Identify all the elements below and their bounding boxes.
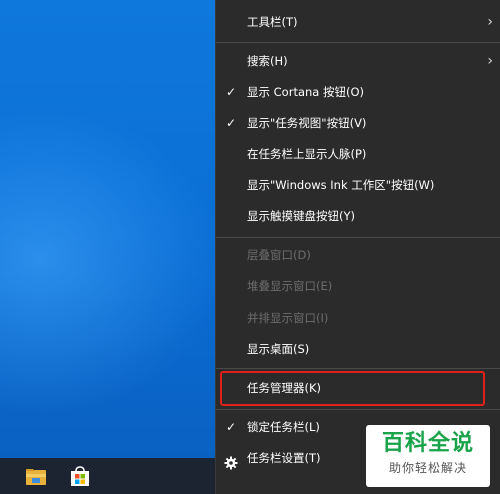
menu-item-label: 搜索(H)	[247, 54, 288, 68]
menu-item-label: 层叠窗口(D)	[247, 248, 311, 262]
checkmark-icon: ✓	[225, 420, 237, 434]
menu-item-search[interactable]: 搜索(H) ›	[216, 46, 500, 77]
menu-separator	[216, 237, 500, 238]
menu-separator	[216, 368, 500, 369]
taskbar-context-menu: 工具栏(T) › 搜索(H) › ✓ 显示 Cortana 按钮(O) ✓ 显示…	[215, 0, 500, 494]
menu-item-label: 显示触摸键盘按钮(Y)	[247, 209, 355, 223]
menu-item-label: 并排显示窗口(I)	[247, 311, 329, 325]
menu-item-label: 锁定任务栏(L)	[247, 420, 320, 434]
menu-item-label: 显示 Cortana 按钮(O)	[247, 85, 365, 99]
menu-item-label: 显示"任务视图"按钮(V)	[247, 116, 367, 130]
menu-item-cascade-windows: 层叠窗口(D)	[216, 240, 500, 271]
checkmark-icon: ✓	[225, 85, 237, 99]
menu-item-show-desktop[interactable]: 显示桌面(S)	[216, 334, 500, 365]
menu-item-show-people[interactable]: 在任务栏上显示人脉(P)	[216, 139, 500, 170]
menu-item-label: 显示桌面(S)	[247, 342, 310, 356]
watermark-title: 百科全说	[381, 431, 474, 456]
task-manager-highlight-box	[220, 371, 485, 406]
chevron-right-icon: ›	[487, 14, 493, 30]
menu-item-label: 工具栏(T)	[247, 15, 298, 29]
microsoft-store-icon[interactable]	[68, 464, 92, 488]
menu-item-show-task-view[interactable]: ✓ 显示"任务视图"按钮(V)	[216, 108, 500, 139]
menu-item-toolbars[interactable]: 工具栏(T) ›	[216, 7, 500, 38]
menu-item-label: 显示"Windows Ink 工作区"按钮(W)	[247, 178, 435, 192]
watermark-subtitle: 助你轻松解决	[388, 461, 467, 475]
menu-separator	[216, 409, 500, 410]
chevron-right-icon: ›	[487, 53, 493, 69]
menu-item-show-touch-keyboard[interactable]: 显示触摸键盘按钮(Y)	[216, 201, 500, 232]
menu-separator	[216, 42, 500, 43]
menu-item-side-by-side-windows: 并排显示窗口(I)	[216, 303, 500, 334]
menu-item-label: 堆叠显示窗口(E)	[247, 279, 333, 293]
checkmark-icon: ✓	[225, 116, 237, 130]
menu-item-show-cortana[interactable]: ✓ 显示 Cortana 按钮(O)	[216, 77, 500, 108]
menu-item-show-windows-ink[interactable]: 显示"Windows Ink 工作区"按钮(W)	[216, 170, 500, 201]
menu-item-label: 任务栏设置(T)	[247, 451, 321, 465]
menu-item-label: 在任务栏上显示人脉(P)	[247, 147, 367, 161]
taskbar	[0, 458, 215, 494]
menu-item-stack-windows: 堆叠显示窗口(E)	[216, 271, 500, 302]
file-explorer-icon[interactable]	[24, 464, 48, 488]
gear-icon	[224, 451, 238, 470]
watermark-logo: 百科全说 助你轻松解决	[366, 425, 490, 487]
